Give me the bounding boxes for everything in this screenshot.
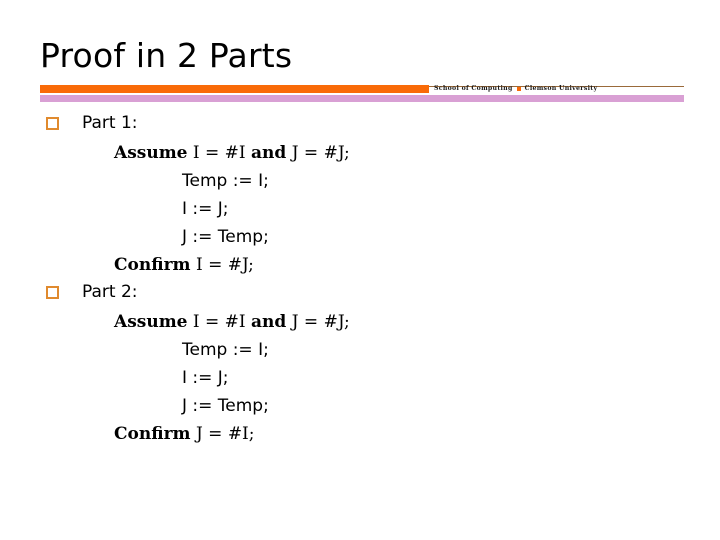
part-1-statement-2: I := J; xyxy=(182,199,229,219)
orange-accent-bar xyxy=(40,85,429,93)
page-title: Proof in 2 Parts xyxy=(40,36,293,75)
part-2-heading: Part 2: xyxy=(0,279,720,308)
part-2-statement-3: J := Temp; xyxy=(182,396,269,416)
confirm-keyword: Confirm xyxy=(114,424,191,444)
part-1-statement-3: J := Temp; xyxy=(182,227,269,247)
hollow-square-bullet-icon xyxy=(46,117,59,130)
part-2-label: Part 2: xyxy=(82,282,138,302)
proof-part-1: Part 1: Assume I = #I and J = #J; Temp :… xyxy=(0,110,720,279)
assume-expr-left: I = #I xyxy=(187,312,252,332)
assume-expr-left: I = #I xyxy=(187,143,252,163)
confirm-expr: I = #J; xyxy=(190,255,254,275)
hollow-square-bullet-icon xyxy=(46,286,59,299)
assume-expr-right: J = #J; xyxy=(286,143,350,163)
part-1-label: Part 1: xyxy=(82,113,138,133)
part-2-statement-2: I := J; xyxy=(182,368,229,388)
credit-university: Clemson University xyxy=(524,85,598,92)
presentation-slide: Proof in 2 Parts School of Computing Cle… xyxy=(0,0,720,540)
assume-keyword: Assume xyxy=(114,312,188,332)
assume-expr-right: J = #J; xyxy=(286,312,350,332)
proof-part-2: Part 2: Assume I = #I and J = #J; Temp :… xyxy=(0,279,720,448)
credit-line: School of Computing Clemson University xyxy=(434,84,597,93)
part-2-assume-line: Assume I = #I and J = #J; xyxy=(0,308,720,336)
part-2-statement-1: Temp := I; xyxy=(182,340,269,360)
part-1-statement-1: Temp := I; xyxy=(182,171,269,191)
part-1-heading: Part 1: xyxy=(0,110,720,139)
confirm-expr: J = #I; xyxy=(190,424,255,444)
confirm-keyword: Confirm xyxy=(114,255,191,275)
credit-school: School of Computing xyxy=(434,85,513,92)
orange-square-bullet-icon xyxy=(516,86,521,91)
part-1-confirm-line: Confirm I = #J; xyxy=(0,251,720,279)
assume-keyword: Assume xyxy=(114,143,188,163)
part-1-assume-line: Assume I = #I and J = #J; xyxy=(0,139,720,167)
and-keyword: and xyxy=(251,143,287,163)
part-2-confirm-line: Confirm J = #I; xyxy=(0,420,720,448)
and-keyword: and xyxy=(251,312,287,332)
slide-body: Part 1: Assume I = #I and J = #J; Temp :… xyxy=(0,110,720,448)
pink-accent-bar xyxy=(40,95,684,102)
